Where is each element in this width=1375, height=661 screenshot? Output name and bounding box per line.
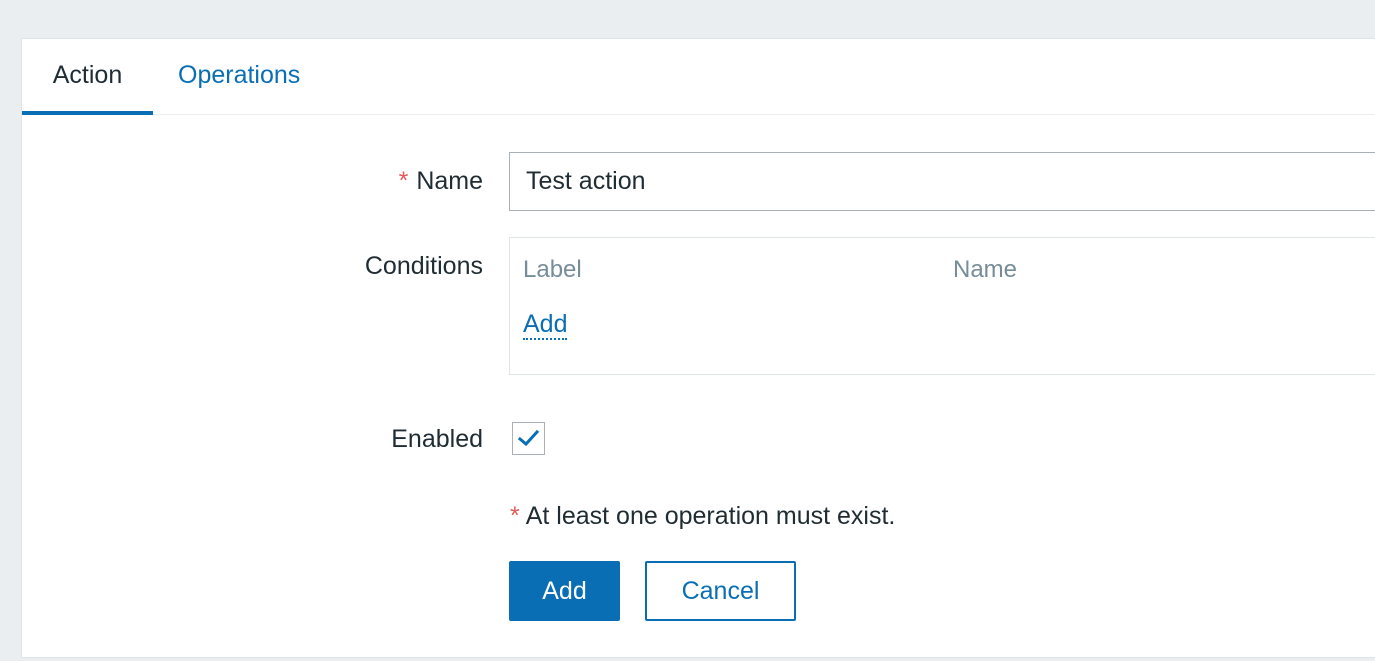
- operation-required-note: * At least one operation must exist.: [510, 502, 895, 531]
- add-button[interactable]: Add: [509, 561, 620, 621]
- name-label-text: Name: [416, 167, 483, 195]
- note-asterisk: *: [510, 502, 520, 530]
- name-label: * Name: [399, 167, 483, 196]
- conditions-column-name: Name: [953, 256, 1018, 283]
- add-condition-link[interactable]: Add: [523, 310, 568, 340]
- conditions-label: Conditions: [364, 252, 483, 280]
- conditions-table: Label Name Add: [509, 237, 1375, 375]
- conditions-column-label: Label: [523, 256, 582, 283]
- name-input[interactable]: [509, 152, 1375, 211]
- tab-operations[interactable]: Operations: [178, 39, 300, 115]
- action-form-panel: Action Operations *Name Conditions Label…: [21, 38, 1375, 658]
- enabled-checkbox[interactable]: [512, 422, 545, 455]
- checkmark-icon: [518, 429, 539, 447]
- cancel-button[interactable]: Cancel: [645, 561, 796, 621]
- tab-action[interactable]: Action: [22, 39, 153, 115]
- tab-bar: Action Operations: [22, 39, 1375, 115]
- note-text: At least one operation must exist.: [525, 502, 896, 530]
- required-asterisk: *: [398, 167, 409, 195]
- enabled-label: Enabled: [391, 425, 483, 453]
